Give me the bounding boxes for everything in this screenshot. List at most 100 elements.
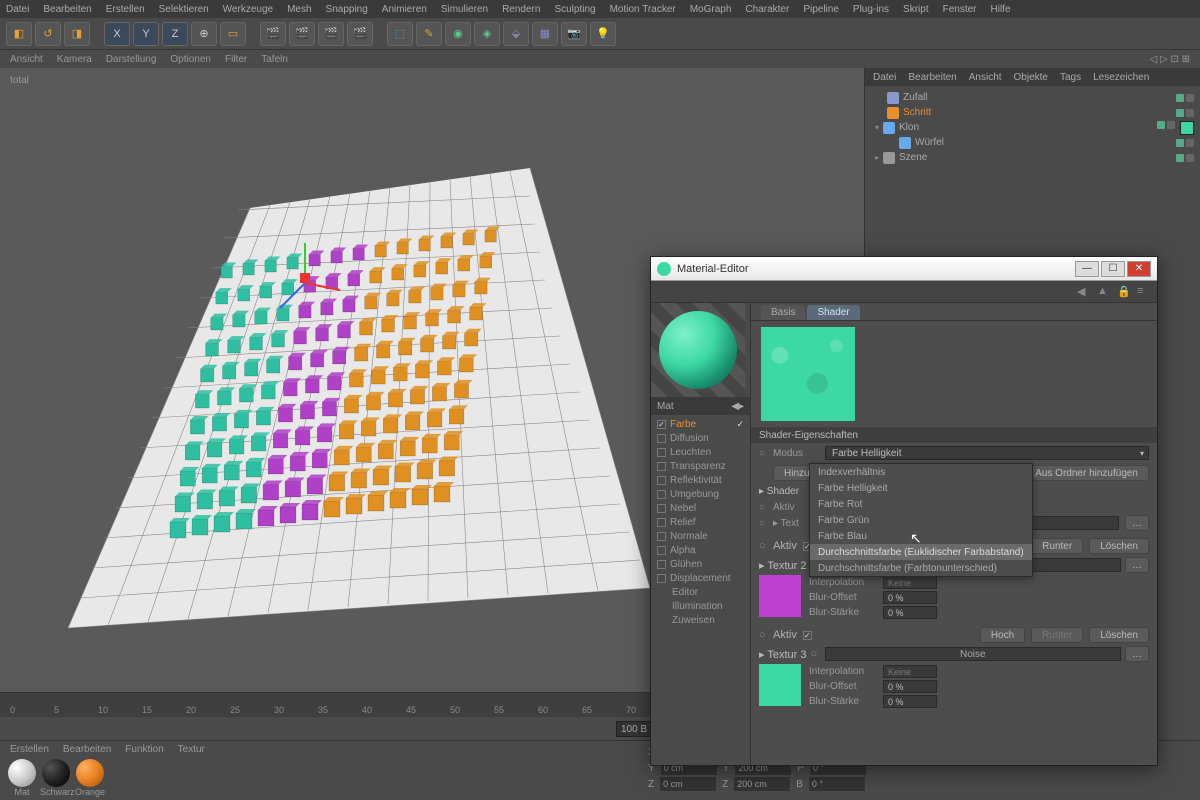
tool-cube-1[interactable]: ◧ [6, 22, 32, 46]
menu-mesh[interactable]: Mesh [287, 4, 311, 15]
tool-axis-z[interactable]: Z [162, 22, 188, 46]
menu-selektieren[interactable]: Selektieren [159, 4, 209, 15]
mat-tab-funktion[interactable]: Funktion [125, 744, 163, 755]
tool-plane[interactable]: ▭ [220, 22, 246, 46]
channel-reflektivität[interactable]: Reflektivität [651, 473, 750, 487]
texture-thumbnail[interactable] [759, 575, 801, 617]
coord-field-b[interactable]: 0 ° [809, 777, 865, 791]
panel-menu-ansicht[interactable]: Ansicht [969, 72, 1002, 83]
channel-checkbox[interactable] [657, 434, 666, 443]
channel-umgebung[interactable]: Umgebung [651, 487, 750, 501]
tool-undo[interactable]: ↺ [35, 22, 61, 46]
menu-motion tracker[interactable]: Motion Tracker [610, 4, 676, 15]
tool-render-1[interactable]: 🎬 [260, 22, 286, 46]
panel-menu-lesezeichen[interactable]: Lesezeichen [1093, 72, 1149, 83]
material-tab-basis[interactable]: Basis [761, 305, 805, 320]
channel-checkbox[interactable] [657, 476, 666, 485]
channel-checkbox[interactable] [657, 574, 666, 583]
menu-bearbeiten[interactable]: Bearbeiten [43, 4, 91, 15]
viewport-nav-icons[interactable]: ◁ ▷ ⊡ ⊞ [1150, 54, 1190, 65]
object-tree[interactable]: ZufallSchritt▾KlonWürfel▸Szene [865, 86, 1200, 169]
nav-back-icon[interactable]: ◀ [1077, 285, 1091, 299]
channel-checkbox[interactable] [657, 462, 666, 471]
nav-up-icon[interactable]: ▲ [1097, 285, 1111, 299]
panel-menu-datei[interactable]: Datei [873, 72, 896, 83]
texture-browse-button[interactable]: … [1125, 557, 1149, 573]
tool-camera[interactable]: 📷 [561, 22, 587, 46]
texture-browse-button[interactable]: … [1125, 646, 1149, 662]
menu-fenster[interactable]: Fenster [943, 4, 977, 15]
text-browse-button[interactable]: … [1125, 515, 1149, 531]
channel-editor[interactable]: Editor [651, 585, 750, 599]
viewtab-filter[interactable]: Filter [225, 54, 247, 65]
channel-farbe[interactable]: ✓Farbe✓ [651, 417, 750, 431]
tool-light[interactable]: 💡 [590, 22, 616, 46]
material-editor-titlebar[interactable]: Material-Editor — ☐ ✕ [651, 257, 1157, 281]
window-maximize-button[interactable]: ☐ [1101, 261, 1125, 277]
material-list[interactable]: MatSchwarzOrange [0, 757, 640, 799]
expand-icon[interactable]: ▸ [875, 153, 879, 162]
nav-menu-icon[interactable]: ≡ [1137, 285, 1151, 299]
blur-staerke-field[interactable]: 0 % [883, 695, 937, 708]
channel-checkbox[interactable] [657, 518, 666, 527]
tool-render-3[interactable]: 🎬 [318, 22, 344, 46]
anim-dot-icon[interactable]: ○ [759, 518, 767, 529]
viewtab-darstellung[interactable]: Darstellung [106, 54, 157, 65]
object-row-szene[interactable]: ▸Szene [871, 150, 1194, 165]
channel-transparenz[interactable]: Transparenz [651, 459, 750, 473]
panel-menu-tags[interactable]: Tags [1060, 72, 1081, 83]
tool-pen[interactable]: ✎ [416, 22, 442, 46]
nav-arrows-icon[interactable]: ◀▸ [731, 401, 744, 412]
channel-normale[interactable]: Normale [651, 529, 750, 543]
material-preview-sphere[interactable] [651, 303, 745, 397]
tool-axis-y[interactable]: Y [133, 22, 159, 46]
channel-checkbox[interactable] [657, 448, 666, 457]
tool-generator[interactable]: ◉ [445, 22, 471, 46]
menu-charakter[interactable]: Charakter [745, 4, 789, 15]
aktiv-checkbox[interactable]: ✓ [803, 631, 812, 640]
object-row-klon[interactable]: ▾Klon [871, 120, 1194, 135]
coord-field-z[interactable]: 200 cm [734, 777, 790, 791]
blur-staerke-field[interactable]: 0 % [883, 606, 937, 619]
coord-field-z[interactable]: 0 cm [660, 777, 716, 791]
menu-snapping[interactable]: Snapping [326, 4, 368, 15]
material-mat[interactable]: Mat [6, 759, 38, 797]
dropdown-item[interactable]: Indexverhältnis [810, 464, 1032, 480]
dropdown-item[interactable]: Farbe Blau [810, 528, 1032, 544]
channel-checkbox[interactable] [657, 546, 666, 555]
modus-dropdown-list[interactable]: IndexverhältnisFarbe HelligkeitFarbe Rot… [809, 463, 1033, 577]
menu-skript[interactable]: Skript [903, 4, 929, 15]
channel-displacement[interactable]: Displacement [651, 571, 750, 585]
tool-world[interactable]: ⊕ [191, 22, 217, 46]
anim-dot-icon[interactable]: ○ [759, 448, 767, 459]
texture-hoch-button[interactable]: Hoch [980, 627, 1025, 643]
menu-plug-ins[interactable]: Plug-ins [853, 4, 889, 15]
material-schwarz[interactable]: Schwarz [40, 759, 72, 797]
channel-illumination[interactable]: Illumination [651, 599, 750, 613]
texture-thumbnail[interactable] [759, 664, 801, 706]
texture-loeschen-button[interactable]: Löschen [1089, 538, 1149, 554]
shader-preview[interactable] [751, 321, 1157, 427]
interpolation-field[interactable]: Keine [883, 576, 937, 589]
menu-rendern[interactable]: Rendern [502, 4, 540, 15]
object-row-würfel[interactable]: Würfel [871, 135, 1194, 150]
tool-render-4[interactable]: 🎬 [347, 22, 373, 46]
texture-shader-field[interactable]: Noise [825, 647, 1121, 661]
panel-menu-bearbeiten[interactable]: Bearbeiten [908, 72, 956, 83]
dropdown-item[interactable]: Farbe Helligkeit [810, 480, 1032, 496]
dropdown-item[interactable]: Durchschnittsfarbe (Euklidischer Farbabs… [810, 544, 1032, 560]
tool-grid[interactable]: ▦ [532, 22, 558, 46]
channel-checkbox[interactable] [657, 490, 666, 499]
channel-glühen[interactable]: Glühen [651, 557, 750, 571]
material-tag[interactable] [1180, 121, 1194, 135]
dropdown-item[interactable]: Farbe Grün [810, 512, 1032, 528]
anim-dot-icon[interactable]: ○ [759, 502, 767, 513]
blur-offset-field[interactable]: 0 % [883, 591, 937, 604]
modus-dropdown[interactable]: Farbe Helligkeit▾ [825, 446, 1149, 460]
channel-relief[interactable]: Relief [651, 515, 750, 529]
menu-mograph[interactable]: MoGraph [690, 4, 732, 15]
expand-icon[interactable]: ▾ [875, 123, 879, 132]
panel-menu-objekte[interactable]: Objekte [1014, 72, 1048, 83]
mat-tab-textur[interactable]: Textur [178, 744, 205, 755]
anim-dot-icon[interactable]: ○ [759, 540, 767, 552]
